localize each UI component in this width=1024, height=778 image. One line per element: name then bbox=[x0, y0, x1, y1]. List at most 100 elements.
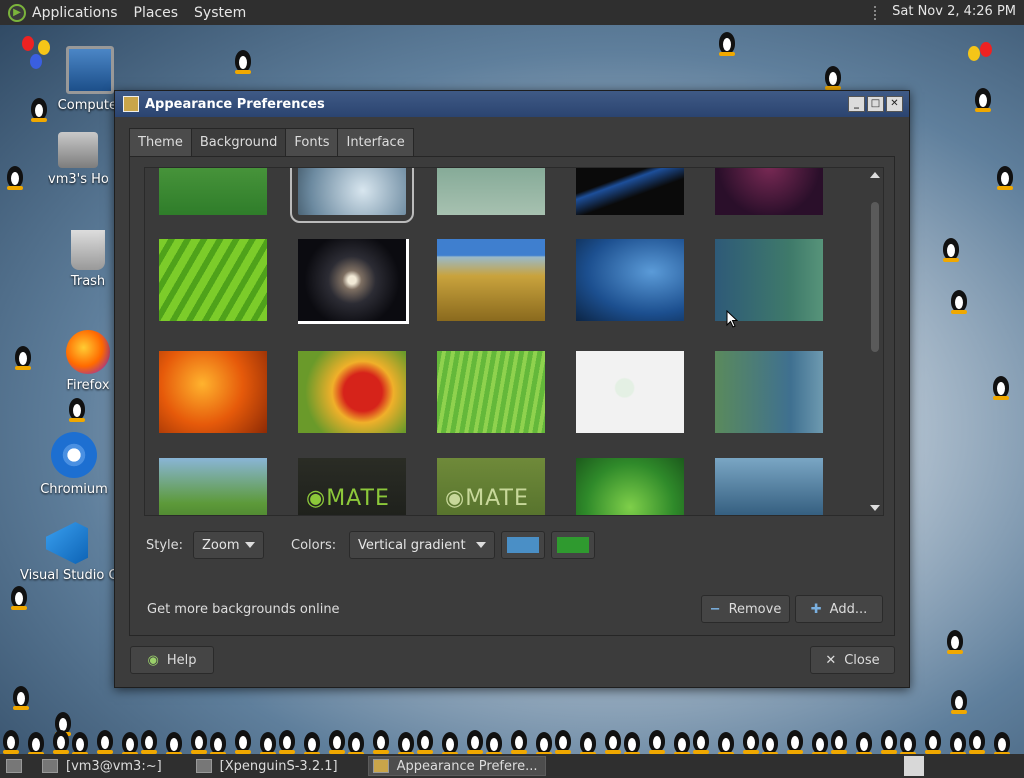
penguin-icon bbox=[69, 726, 91, 756]
penguin-icon bbox=[207, 726, 229, 756]
add-button[interactable]: ✚ Add... bbox=[795, 595, 883, 623]
secondary-color-swatch bbox=[557, 537, 589, 553]
wallpaper-thumbnail[interactable]: ◉MATE bbox=[437, 458, 545, 515]
help-button[interactable]: ◉ Help bbox=[130, 646, 214, 674]
penguin-icon bbox=[948, 284, 970, 314]
penguin-icon bbox=[28, 92, 50, 122]
chevron-down-icon bbox=[245, 542, 255, 548]
appearance-app-icon bbox=[123, 96, 139, 112]
dialog-title: Appearance Preferences bbox=[145, 96, 325, 112]
chevron-down-icon bbox=[476, 542, 486, 548]
minimize-button[interactable]: _ bbox=[848, 96, 865, 112]
maximize-button[interactable]: □ bbox=[867, 96, 884, 112]
secondary-color-button[interactable] bbox=[551, 531, 595, 559]
wallpaper-thumbnail[interactable] bbox=[290, 168, 414, 223]
penguin-icon bbox=[646, 724, 668, 754]
tab-interface[interactable]: Interface bbox=[337, 128, 414, 157]
penguin-icon bbox=[822, 60, 844, 90]
window-icon bbox=[195, 759, 212, 773]
colors-label: Colors: bbox=[291, 538, 337, 553]
more-backgrounds-link[interactable]: Get more backgrounds online bbox=[147, 602, 340, 617]
style-label: Style: bbox=[146, 538, 184, 553]
penguin-icon bbox=[577, 726, 599, 756]
help-icon: ◉ bbox=[147, 652, 159, 668]
close-window-button[interactable]: ✕ bbox=[886, 96, 903, 112]
wallpaper-thumbnail[interactable] bbox=[576, 168, 684, 215]
penguin-icon bbox=[439, 726, 461, 756]
tab-background[interactable]: Background bbox=[190, 128, 287, 157]
dialog-titlebar[interactable]: Appearance Preferences _ □ ✕ bbox=[115, 91, 909, 117]
tab-fonts[interactable]: Fonts bbox=[285, 128, 339, 157]
penguin-icon bbox=[948, 684, 970, 714]
desktop-icon-home[interactable]: vm3's Home bbox=[48, 132, 108, 187]
penguin-icon bbox=[0, 724, 22, 754]
close-button[interactable]: ✕ Close bbox=[810, 646, 895, 674]
wallpaper-thumbnail[interactable] bbox=[715, 239, 823, 321]
penguin-icon bbox=[990, 370, 1012, 400]
style-combo[interactable]: Zoom bbox=[193, 531, 264, 559]
wallpaper-thumbnail[interactable]: ◉MATE bbox=[298, 458, 406, 515]
clock[interactable]: Sat Nov 2, 4:26 PM bbox=[892, 4, 1016, 19]
penguin-icon bbox=[552, 724, 574, 754]
wallpaper-thumbnail[interactable] bbox=[437, 239, 545, 321]
penguin-icon bbox=[12, 340, 34, 370]
task-terminal[interactable]: [vm3@vm3:~] bbox=[38, 756, 170, 776]
wallpaper-thumbnail[interactable] bbox=[159, 458, 267, 515]
wallpaper-scrollbar[interactable] bbox=[867, 168, 883, 515]
appearance-app-icon bbox=[372, 759, 389, 773]
task-xpenguins-label: [XpenguinS-3.2.1] bbox=[219, 758, 338, 774]
wallpaper-thumbnail[interactable] bbox=[576, 239, 684, 321]
menu-applications[interactable]: Applications bbox=[32, 5, 118, 21]
wallpaper-thumbnail[interactable] bbox=[715, 168, 823, 215]
scroll-up-arrow-icon[interactable] bbox=[870, 172, 880, 178]
balloon-icon bbox=[22, 36, 34, 51]
remove-button[interactable]: − Remove bbox=[701, 595, 790, 623]
penguin-icon bbox=[94, 724, 116, 754]
penguin-crowd bbox=[0, 726, 1024, 756]
penguin-icon bbox=[922, 724, 944, 754]
show-desktop-button[interactable] bbox=[0, 756, 30, 776]
scroll-down-arrow-icon[interactable] bbox=[870, 505, 880, 511]
penguin-icon bbox=[966, 724, 988, 754]
wallpaper-thumbnail[interactable] bbox=[298, 239, 409, 324]
task-appearance[interactable]: Appearance Prefere... bbox=[367, 756, 547, 776]
balloon-icon bbox=[30, 54, 42, 69]
penguin-icon bbox=[828, 724, 850, 754]
wallpaper-thumbnail[interactable] bbox=[298, 351, 406, 433]
wallpaper-thumbnail[interactable] bbox=[159, 351, 267, 433]
scroll-thumb[interactable] bbox=[871, 202, 879, 352]
colors-combo[interactable]: Vertical gradient bbox=[349, 531, 495, 559]
workspace-switcher[interactable] bbox=[904, 756, 924, 776]
wallpaper-thumbnail[interactable] bbox=[715, 351, 823, 433]
tab-theme[interactable]: Theme bbox=[129, 128, 192, 157]
penguin-icon bbox=[759, 726, 781, 756]
wallpaper-thumbnail[interactable] bbox=[159, 239, 267, 321]
penguin-icon bbox=[784, 724, 806, 754]
wallpaper-thumbnail[interactable] bbox=[576, 351, 684, 433]
task-xpenguins[interactable]: [XpenguinS-3.2.1] bbox=[192, 756, 346, 776]
penguin-icon bbox=[25, 726, 47, 756]
desktop-icon-vscode[interactable]: Visual Studio Code bbox=[20, 522, 114, 583]
wallpaper-thumbnail[interactable] bbox=[159, 168, 267, 215]
balloon-icon bbox=[968, 46, 980, 61]
wallpaper-thumbnail[interactable] bbox=[437, 351, 545, 433]
penguin-icon bbox=[232, 44, 254, 74]
mate-wallpaper-logo: ◉MATE bbox=[445, 486, 529, 511]
penguin-icon bbox=[4, 160, 26, 190]
colors-combo-value: Vertical gradient bbox=[358, 537, 466, 553]
home-folder-icon bbox=[58, 132, 98, 168]
penguin-icon bbox=[621, 726, 643, 756]
penguin-icon bbox=[138, 724, 160, 754]
penguin-icon bbox=[8, 580, 30, 610]
balloon-icon bbox=[980, 42, 992, 57]
desktop-icon-chromium[interactable]: Chromium bbox=[34, 432, 114, 497]
primary-color-button[interactable] bbox=[501, 531, 545, 559]
mate-wallpaper-logo: ◉MATE bbox=[306, 486, 390, 511]
menu-places[interactable]: Places bbox=[134, 5, 179, 21]
wallpaper-thumbnail[interactable] bbox=[437, 168, 545, 215]
task-appearance-label: Appearance Prefere... bbox=[396, 758, 538, 774]
mate-logo-icon[interactable]: ▶ bbox=[8, 3, 26, 22]
menu-system[interactable]: System bbox=[194, 5, 246, 21]
wallpaper-thumbnail[interactable] bbox=[576, 458, 684, 515]
wallpaper-thumbnail[interactable] bbox=[715, 458, 823, 515]
